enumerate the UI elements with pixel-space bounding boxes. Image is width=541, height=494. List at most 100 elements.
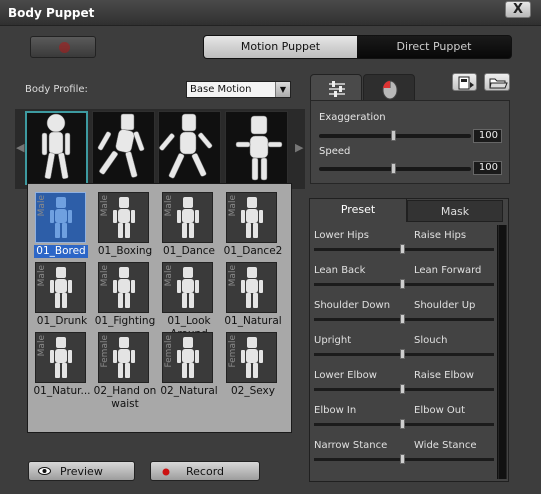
preset-panel: Preset Mask Lower Hips Raise Hips Lean Ba… — [309, 198, 509, 482]
figure-icon — [113, 267, 135, 308]
template-label: 02_Sexy — [231, 385, 275, 397]
preset-slider-thumb[interactable] — [400, 279, 405, 289]
exaggeration-label: Exaggeration — [319, 112, 386, 123]
slider-right-label: Shoulder Up — [414, 300, 476, 311]
template-item[interactable]: Female 02_Hand on waist — [92, 324, 158, 410]
template-item[interactable]: Male 01_Dance2 — [220, 184, 286, 258]
template-thumbnail: Female — [162, 332, 213, 383]
template-thumbnail: Male — [162, 192, 213, 243]
preset-slider-row: Lower Hips Raise Hips — [310, 225, 495, 260]
tab-mask[interactable]: Mask — [407, 200, 503, 222]
profile-pose[interactable] — [225, 111, 288, 185]
chevron-left-icon[interactable]: ◀ — [16, 141, 24, 154]
slider-left-label: Narrow Stance — [314, 440, 388, 451]
preset-slider-row: Upright Slouch — [310, 330, 495, 365]
preview-label: Preview — [60, 465, 103, 478]
close-button[interactable]: X — [505, 1, 531, 18]
eye-icon — [38, 467, 51, 475]
figure-icon — [50, 267, 72, 308]
exaggeration-speed-panel: Exaggeration 100 Speed 100 — [310, 100, 510, 184]
template-item[interactable]: Male 01_Natural — [220, 254, 286, 328]
template-item[interactable]: Male 01_Look Around — [156, 254, 222, 340]
template-thumbnail: Male — [35, 192, 86, 243]
template-thumbnail: Male — [98, 262, 149, 313]
preset-slider-thumb[interactable] — [400, 244, 405, 254]
tab-preset[interactable]: Preset — [309, 198, 407, 222]
speed-value[interactable]: 100 — [473, 161, 502, 175]
body-profile-label: Body Profile: — [25, 84, 88, 95]
mouse-icon — [382, 80, 398, 100]
preset-slider-row: Shoulder Down Shoulder Up — [310, 295, 495, 330]
slider-right-label: Raise Hips — [414, 230, 467, 241]
sliders-icon — [329, 81, 345, 97]
direct-puppet-tab[interactable]: Direct Puppet — [357, 36, 511, 58]
template-thumbnail: Male — [226, 192, 277, 243]
figure-icon — [113, 337, 135, 378]
template-item[interactable]: Male 01_Bored — [29, 184, 95, 258]
preset-slider-thumb[interactable] — [400, 349, 405, 359]
open-folder-button[interactable] — [484, 73, 510, 91]
save-icon — [458, 76, 474, 90]
slider-right-label: Lean Forward — [414, 265, 482, 276]
template-thumbnail: Female — [98, 332, 149, 383]
exaggeration-slider-thumb[interactable] — [391, 130, 396, 141]
mouse-tab[interactable] — [363, 74, 415, 100]
template-item[interactable]: Male 01_Boxing — [92, 184, 158, 258]
mode-switch: Motion Puppet Direct Puppet — [203, 35, 512, 59]
template-item[interactable]: Male 01_Fighting — [92, 254, 158, 328]
template-label: 01_Natur... — [33, 385, 91, 397]
profile-pose[interactable] — [92, 111, 155, 185]
preview-button[interactable]: Preview — [28, 461, 135, 481]
body-puppet-window: Body Puppet X Motion Puppet Direct Puppe… — [0, 0, 541, 494]
figure-icon — [177, 337, 199, 378]
scrollbar-thumb[interactable] — [499, 225, 506, 479]
preset-slider-thumb[interactable] — [400, 314, 405, 324]
figure-icon — [50, 337, 72, 378]
slider-right-label: Slouch — [414, 335, 448, 346]
template-item[interactable]: Female 02_Natural — [156, 324, 222, 398]
template-thumbnail: Female — [226, 332, 277, 383]
preset-slider-row: Elbow In Elbow Out — [310, 400, 495, 435]
template-thumbnail: Male — [98, 192, 149, 243]
template-item[interactable]: Male 01_Dance — [156, 184, 222, 258]
template-thumbnail: Male — [162, 262, 213, 313]
figure-icon — [241, 337, 263, 378]
slider-left-label: Shoulder Down — [314, 300, 391, 311]
template-thumbnail: Male — [226, 262, 277, 313]
preset-slider-thumb[interactable] — [400, 454, 405, 464]
slider-left-label: Lower Elbow — [314, 370, 377, 381]
chevron-right-icon[interactable]: ▶ — [295, 141, 303, 154]
slider-left-label: Lean Back — [314, 265, 366, 276]
profile-pose[interactable] — [158, 111, 221, 185]
template-item[interactable]: Male 01_Natur... — [29, 324, 95, 398]
slider-right-label: Wide Stance — [414, 440, 477, 451]
profile-pose[interactable] — [25, 111, 88, 185]
puppet-toggle-button[interactable] — [30, 36, 96, 58]
preset-slider-thumb[interactable] — [400, 419, 405, 429]
speed-slider-thumb[interactable] — [391, 163, 396, 174]
preset-scrollbar[interactable] — [497, 225, 507, 479]
chevron-down-icon: ▼ — [275, 82, 290, 97]
figure-icon — [241, 197, 263, 238]
preset-slider-thumb[interactable] — [400, 384, 405, 394]
exaggeration-value[interactable]: 100 — [473, 129, 502, 143]
body-profile-strip: ◀ ▶ — [15, 109, 305, 189]
motion-template-grid: Male 01_Bored Male 01_Boxing Male 01_Dan… — [27, 183, 292, 433]
preset-slider-row: Lower Elbow Raise Elbow — [310, 365, 495, 400]
save-button[interactable] — [452, 73, 477, 91]
template-item[interactable]: Male 01_Drunk — [29, 254, 95, 328]
window-title: Body Puppet — [8, 6, 95, 20]
template-item[interactable]: Female 02_Sexy — [220, 324, 286, 398]
body-profile-select[interactable]: Base Motion ▼ — [186, 81, 291, 98]
template-thumbnail: Male — [35, 332, 86, 383]
template-label: 02_Hand on waist — [93, 385, 157, 410]
sliders-tab[interactable] — [310, 74, 362, 100]
folder-icon — [489, 78, 508, 89]
record-button[interactable]: Record — [150, 461, 260, 481]
settings-tabs — [310, 74, 416, 100]
preset-slider-row: Lean Back Lean Forward — [310, 260, 495, 295]
record-icon — [162, 468, 170, 476]
slider-left-label: Lower Hips — [314, 230, 369, 241]
motion-puppet-tab[interactable]: Motion Puppet — [204, 36, 357, 58]
record-label: Record — [186, 465, 225, 478]
